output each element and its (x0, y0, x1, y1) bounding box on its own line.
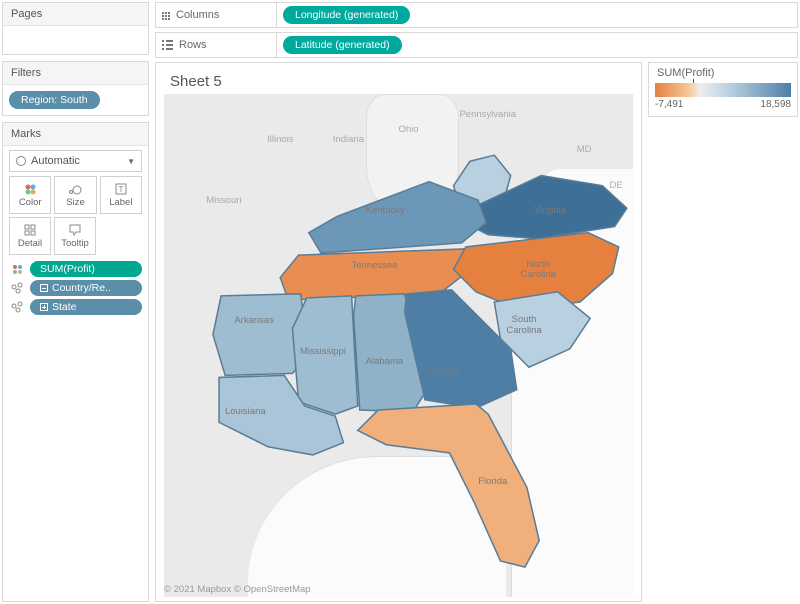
state-label-south-carolina: SouthCarolina (506, 315, 541, 336)
worksheet-view[interactable]: Sheet 5 Illinois Indiana Ohio Pennsylvan… (155, 62, 642, 602)
map-canvas[interactable]: Illinois Indiana Ohio Pennsylvania MD DE… (164, 94, 633, 597)
color-icon (24, 182, 36, 196)
state-label-arkansas: Arkansas (234, 315, 274, 326)
marks-tooltip-button[interactable]: Tooltip (54, 217, 96, 255)
chevron-down-icon: ▼ (127, 157, 135, 166)
svg-text:T: T (118, 185, 123, 194)
expand-icon (40, 303, 48, 311)
state-label-tennessee: Tennessee (352, 260, 398, 271)
rows-shelf[interactable]: Rows Latitude (generated) (155, 32, 798, 58)
size-icon (68, 182, 82, 196)
pages-title: Pages (3, 3, 148, 26)
detail-dark-icon2 (9, 300, 25, 314)
state-label-florida: Florida (478, 476, 507, 487)
detail-dark-icon (9, 281, 25, 295)
marks-title: Marks (3, 123, 148, 146)
state-label-louisiana: Louisiana (225, 406, 266, 417)
rows-icon (162, 40, 173, 50)
state-label-alabama: Alabama (366, 356, 404, 367)
marks-type-selector[interactable]: Automatic ▼ (9, 150, 142, 172)
legend-gradient (655, 83, 791, 97)
legend-zero-tick (693, 79, 694, 83)
state-label-north-carolina: NorthCarolina (520, 260, 555, 281)
filters-panel: Filters Region: South (2, 61, 149, 116)
globe-icon (16, 156, 26, 166)
state-label-kentucky: Kentucky (366, 205, 405, 216)
marks-detail-button[interactable]: Detail (9, 217, 51, 255)
detail-icon (24, 223, 36, 237)
pages-shelf[interactable] (3, 26, 148, 54)
color-legend[interactable]: SUM(Profit) -7,491 18,598 (648, 62, 798, 117)
legend-title: SUM(Profit) (649, 63, 797, 83)
tooltip-icon (69, 223, 81, 237)
collapse-icon (40, 284, 48, 292)
marks-pill-sum-profit[interactable]: SUM(Profit) (9, 261, 142, 277)
filter-pill-region[interactable]: Region: South (9, 91, 100, 109)
columns-shelf[interactable]: Columns Longitude (generated) (155, 2, 798, 28)
legend-min: -7,491 (655, 99, 683, 110)
marks-label-button[interactable]: T Label (100, 176, 142, 214)
marks-panel: Marks Automatic ▼ Color Size (2, 122, 149, 602)
columns-icon (162, 11, 170, 20)
state-label-virginia: Virginia (535, 205, 567, 216)
marks-color-button[interactable]: Color (9, 176, 51, 214)
columns-pill-longitude[interactable]: Longitude (generated) (283, 6, 410, 24)
state-label-georgia: Georgia (427, 366, 461, 377)
state-label-mississippi: Mississippi (300, 346, 346, 357)
marks-pill-state[interactable]: State (9, 299, 142, 315)
label-icon: T (115, 182, 127, 196)
pages-panel: Pages (2, 2, 149, 55)
choropleth-svg (164, 94, 633, 583)
legend-max: 18,598 (760, 99, 791, 110)
state-kentucky[interactable] (309, 182, 486, 253)
marks-pill-country[interactable]: Country/Re.. (9, 280, 142, 296)
sheet-title: Sheet 5 (156, 63, 641, 94)
map-attribution: © 2021 Mapbox © OpenStreetMap (164, 582, 311, 597)
rows-pill-latitude[interactable]: Latitude (generated) (283, 36, 402, 54)
color-dots-icon (9, 262, 25, 276)
state-florida[interactable] (358, 404, 539, 567)
filters-title: Filters (3, 62, 148, 85)
marks-size-button[interactable]: Size (54, 176, 96, 214)
marks-type-label: Automatic (31, 155, 80, 167)
